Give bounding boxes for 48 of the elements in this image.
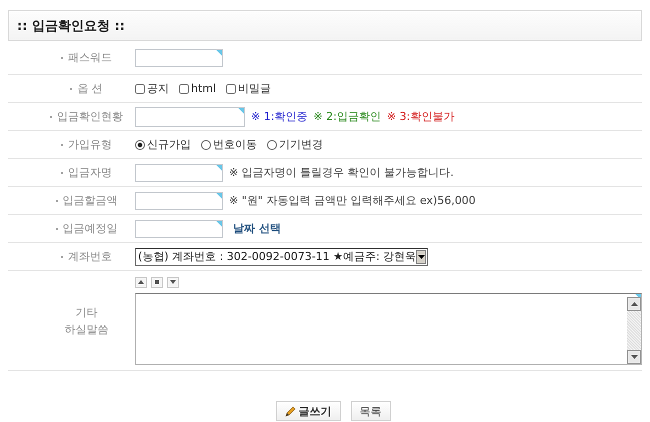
status-legend: ※ 3:확인불가 — [386, 109, 454, 124]
field-label: 가입유형 — [68, 137, 112, 153]
radio-button[interactable] — [267, 140, 277, 150]
date-field[interactable] — [135, 220, 223, 238]
checkbox[interactable] — [226, 84, 236, 94]
status-legend: ※ 1:확인중 — [251, 109, 308, 124]
message-field[interactable] — [135, 292, 642, 364]
option-label: 비밀글 — [238, 81, 272, 96]
shrink-button[interactable] — [135, 276, 147, 288]
radio-button[interactable] — [135, 140, 145, 150]
field-label: 기타 하실말씀 — [64, 304, 108, 338]
field-label: 패스워드 — [68, 50, 112, 66]
write-button[interactable]: 글쓰기 — [276, 401, 340, 421]
checkbox[interactable] — [179, 84, 189, 94]
input-field[interactable] — [135, 164, 223, 182]
scroll-down-icon[interactable] — [630, 354, 638, 358]
list-button[interactable]: 목록 — [350, 401, 390, 421]
hint-text: ※ "원" 자동입력 금액만 입력해주세요 ex)56,000 — [229, 193, 476, 208]
field-label: 입금예정일 — [62, 221, 118, 237]
up-triangle-icon — [138, 280, 144, 284]
status-legend: ※ 2:입금확인 — [313, 109, 381, 124]
field-label: 입금할금액 — [62, 193, 118, 209]
pencil-icon — [284, 406, 296, 416]
field-label: 옵 션 — [77, 81, 103, 97]
option-label: 기기변경 — [279, 137, 323, 152]
field-label: 계좌번호 — [68, 249, 112, 265]
password-field[interactable] — [135, 48, 223, 66]
account-select[interactable]: (농협) 계좌번호 : 302-0092-0073-11 ★예금주: 강현욱 — [135, 248, 428, 266]
scroll-up-icon[interactable] — [630, 302, 638, 306]
hint-text: ※ 입금자명이 틀릴경우 확인이 불가능합니다. — [229, 165, 454, 180]
date-picker-link[interactable]: 날짜 선택 — [233, 221, 281, 236]
option-label: 공지 — [147, 81, 169, 96]
square-icon — [155, 280, 159, 284]
scrollbar[interactable] — [627, 296, 641, 364]
checkbox[interactable] — [135, 84, 145, 94]
form-title: :: 입금확인요청 :: — [17, 18, 125, 34]
field-label: 입금확인현황 — [57, 109, 123, 125]
option-label: 번호이동 — [213, 137, 257, 152]
expand-button[interactable] — [167, 276, 179, 288]
reset-button[interactable] — [151, 276, 163, 288]
option-label: html — [191, 82, 216, 95]
field-label: 입금자명 — [68, 165, 112, 181]
dropdown-arrow-icon — [418, 254, 425, 258]
option-label: 신규가입 — [147, 137, 191, 152]
input-field[interactable] — [135, 192, 223, 210]
radio-button[interactable] — [201, 140, 211, 150]
down-triangle-icon — [170, 280, 176, 284]
status-field[interactable] — [135, 106, 245, 126]
